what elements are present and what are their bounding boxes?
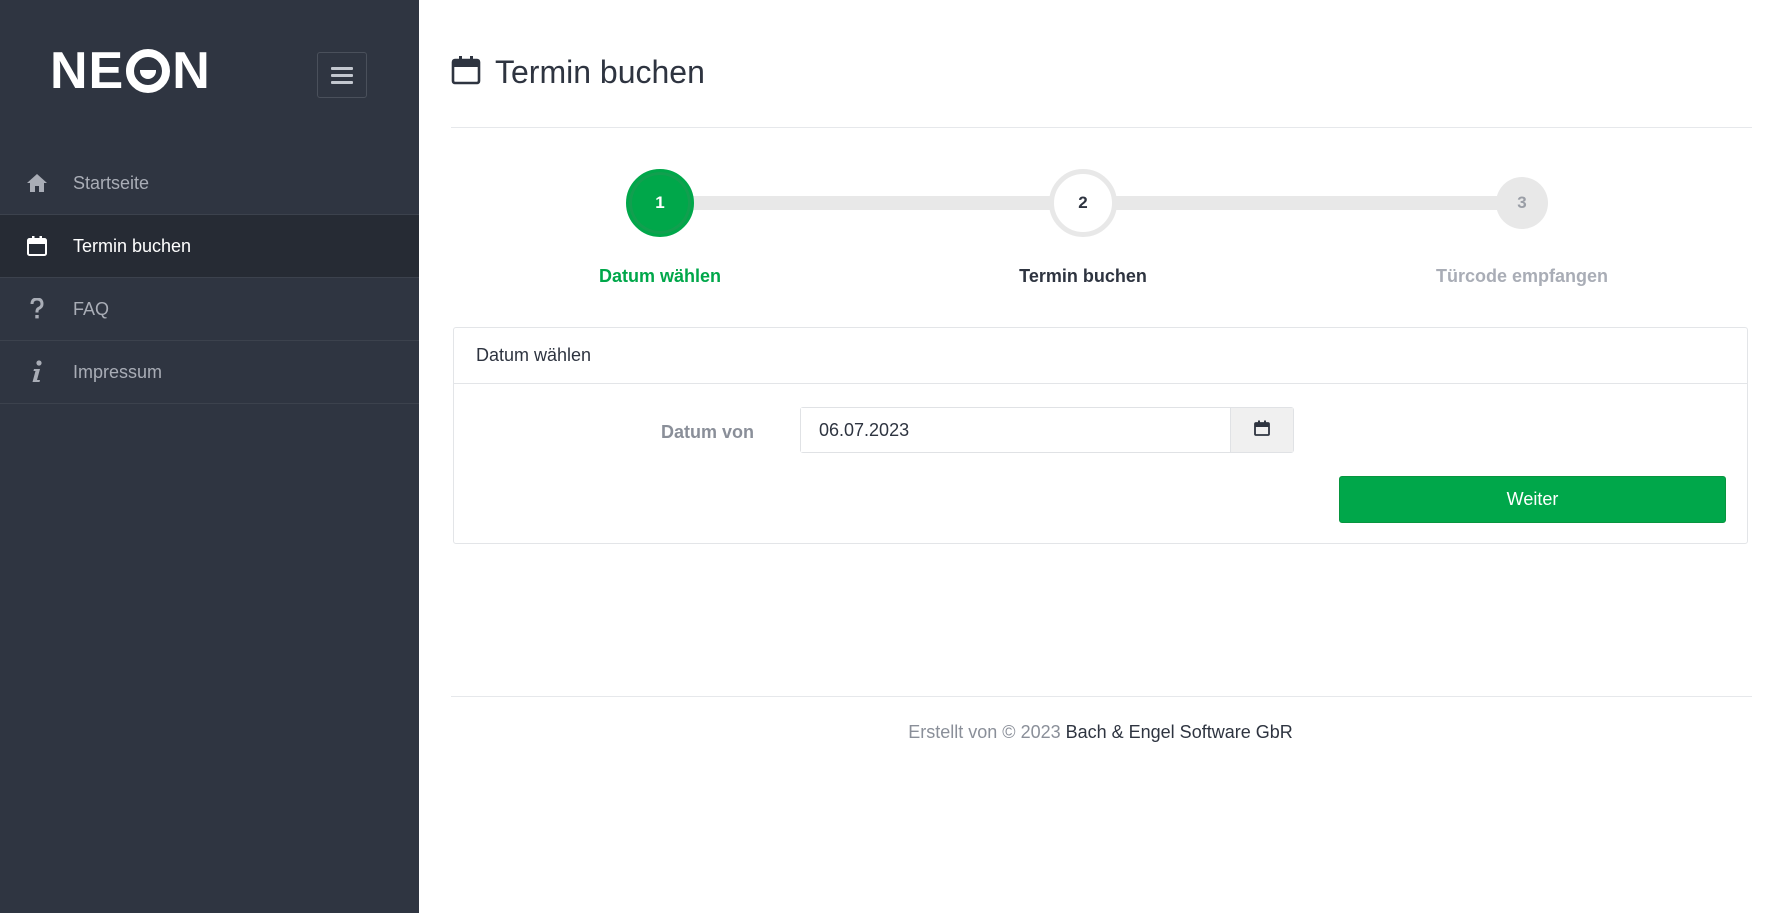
step-connector [660, 196, 1087, 210]
sidebar-item-label: FAQ [73, 298, 110, 319]
step-3-label: Türcode empfangen [1435, 266, 1609, 286]
divider [451, 696, 1752, 697]
card-title: Datum wählen [476, 345, 592, 365]
sidebar-item-startseite[interactable]: Startseite [0, 152, 419, 215]
sidebar-item-termin-buchen[interactable]: Termin buchen [0, 215, 419, 278]
step-3-circle[interactable]: 3 [1496, 177, 1548, 229]
progress-stepper: 1 2 3 Datum wählen Termin buchen Türcode… [419, 166, 1782, 296]
sidebar-item-label: Startseite [73, 172, 150, 193]
footer: Erstellt von © 2023 Bach & Engel Softwar… [419, 722, 1782, 743]
calendar-icon [451, 55, 481, 90]
logo-text-right: N [172, 42, 211, 100]
hamburger-icon-bar [331, 73, 353, 77]
weiter-button[interactable]: Weiter [1339, 476, 1726, 523]
company-link[interactable]: Bach & Engel Software GbR [1066, 722, 1293, 742]
calendar-icon [0, 236, 73, 256]
footer-copyright: Erstellt von © 2023 [908, 722, 1066, 742]
sidebar-nav: Startseite Termin buchen FAQ Impressum [0, 152, 419, 404]
sidebar-item-label: Impressum [73, 361, 163, 382]
card-header: Datum wählen [454, 328, 1747, 384]
neon-logo[interactable]: NE N [50, 42, 211, 100]
hamburger-icon-bar [331, 80, 353, 84]
page-header: Termin buchen [451, 50, 705, 95]
sidebar-item-label: Termin buchen [73, 235, 192, 256]
step-2-circle[interactable]: 2 [1049, 169, 1117, 237]
info-icon [0, 360, 73, 384]
logo-text-left: NE [50, 42, 125, 100]
hamburger-icon-bar [331, 66, 353, 70]
step-2-label: Termin buchen [1019, 266, 1147, 286]
main-content: Termin buchen 1 2 3 Datum wählen Termin … [419, 0, 1782, 913]
menu-toggle-button[interactable] [317, 52, 367, 98]
sidebar: NE N Startseite Termin buchen FAQ Impres… [0, 0, 419, 913]
date-input-group [800, 407, 1294, 453]
date-from-label: Datum von [661, 422, 755, 442]
step-number: 2 [1078, 193, 1088, 212]
step-number: 1 [655, 193, 665, 212]
divider [451, 127, 1752, 128]
sidebar-item-impressum[interactable]: Impressum [0, 341, 419, 404]
step-number: 3 [1517, 193, 1527, 212]
step-connector [1082, 196, 1524, 210]
logo-o-mark [126, 49, 171, 93]
date-picker-button[interactable] [1230, 408, 1293, 452]
question-icon [0, 298, 73, 320]
calendar-icon [1254, 420, 1270, 441]
step-1-label: Datum wählen [598, 266, 722, 286]
date-from-input[interactable] [801, 408, 1230, 452]
sidebar-item-faq[interactable]: FAQ [0, 278, 419, 341]
date-card: Datum wählen Datum von Weiter [453, 327, 1748, 544]
home-icon [0, 173, 73, 193]
page-title: Termin buchen [495, 54, 705, 90]
step-1-circle[interactable]: 1 [626, 169, 694, 237]
